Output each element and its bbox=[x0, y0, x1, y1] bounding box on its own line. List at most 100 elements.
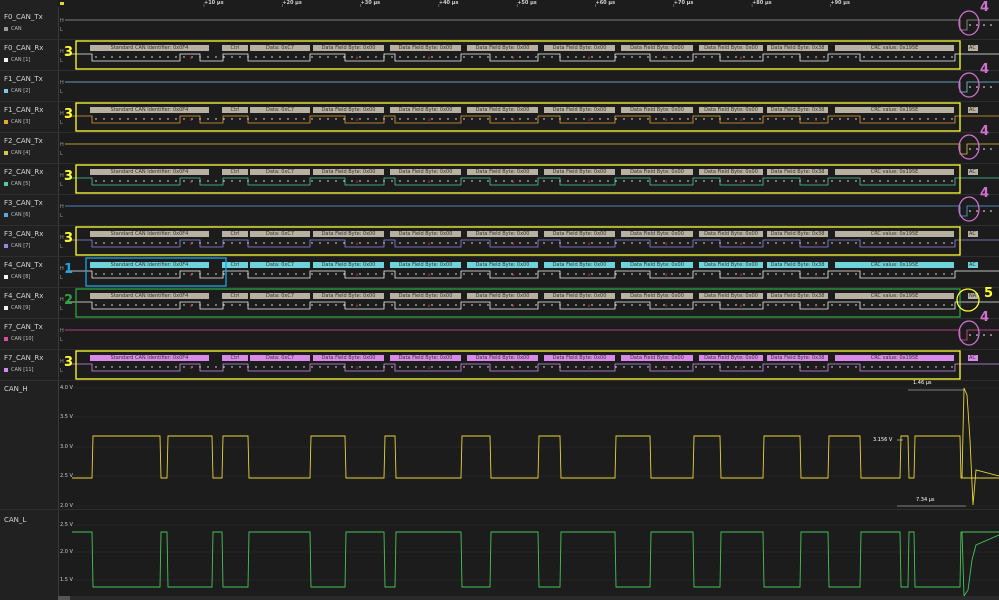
measurement-level: 3.156 V bbox=[873, 437, 893, 443]
bit-dot bbox=[655, 180, 657, 182]
bit-dot bbox=[551, 366, 553, 368]
bit-dot bbox=[231, 273, 233, 275]
decode-segment-label: Data Field Byte: 0x00 bbox=[704, 262, 758, 268]
bit-dot bbox=[119, 180, 121, 182]
bit-dot bbox=[855, 242, 857, 244]
bit-dot bbox=[383, 273, 385, 275]
stuff-bit-marker: x bbox=[512, 241, 515, 246]
decode-segment-label: CRC value: 0x195E bbox=[870, 45, 919, 51]
bit-dot bbox=[287, 56, 289, 58]
bit-dot bbox=[791, 304, 793, 306]
bit-dot bbox=[895, 242, 897, 244]
stuff-bit-marker: x bbox=[512, 179, 515, 184]
horizontal-scrollbar[interactable] bbox=[58, 596, 999, 600]
bit-dot bbox=[351, 118, 353, 120]
bit-dot bbox=[487, 366, 489, 368]
bit-dot bbox=[879, 366, 881, 368]
bit-dot bbox=[455, 180, 457, 182]
row-separator bbox=[0, 132, 999, 133]
decode-segment-label: Ctrl bbox=[230, 293, 240, 299]
bit-dot bbox=[287, 304, 289, 306]
ack-slot-highlight bbox=[958, 72, 980, 98]
decode-segment-label: Data Field Byte: 0x00 bbox=[704, 355, 758, 361]
bit-dot bbox=[743, 56, 745, 58]
bit-dot bbox=[271, 273, 273, 275]
bit-dot bbox=[247, 304, 249, 306]
bit-dot bbox=[455, 118, 457, 120]
decode-end-label: AC bbox=[969, 169, 976, 175]
decode-end-label: AC bbox=[969, 45, 976, 51]
bit-dot bbox=[863, 180, 865, 182]
bit-dot bbox=[431, 118, 433, 120]
bit-dot bbox=[519, 56, 521, 58]
bit-dot bbox=[647, 242, 649, 244]
stuff-bit-marker: x bbox=[815, 272, 818, 277]
bit-dot bbox=[919, 304, 921, 306]
bit-dot bbox=[335, 366, 337, 368]
bit-dot bbox=[903, 180, 905, 182]
bit-dot bbox=[319, 242, 321, 244]
bit-dot bbox=[807, 180, 809, 182]
bit-dot bbox=[759, 304, 761, 306]
decode-segment-label: Data Field Byte: 0x00 bbox=[398, 107, 453, 113]
decode-segment-label: Data Field Byte: 0x38 bbox=[770, 45, 825, 51]
decode-segment-label: Data Field Byte: 0x00 bbox=[630, 45, 684, 51]
bit-dot bbox=[375, 304, 377, 306]
bit-dot bbox=[591, 366, 593, 368]
bit-dot bbox=[759, 56, 761, 58]
bit-dot bbox=[487, 273, 489, 275]
bit-dot bbox=[983, 210, 985, 212]
decode-segment-label: Data Field Byte: 0x00 bbox=[704, 107, 758, 113]
bit-dot bbox=[919, 118, 921, 120]
bit-dot bbox=[463, 242, 465, 244]
bit-dot bbox=[575, 118, 577, 120]
stuff-bit-marker: x bbox=[356, 55, 359, 60]
measurement-width: 7.34 µs bbox=[916, 497, 935, 503]
decode-end-label: AC bbox=[969, 262, 976, 268]
bit-dot bbox=[151, 273, 153, 275]
row-separator bbox=[0, 70, 999, 71]
stuff-bit-marker: x bbox=[356, 117, 359, 122]
bit-dot bbox=[575, 242, 577, 244]
bit-dot bbox=[423, 366, 425, 368]
bit-dot bbox=[207, 56, 209, 58]
bit-dot bbox=[263, 242, 265, 244]
bit-dot bbox=[159, 273, 161, 275]
bit-dot bbox=[111, 366, 113, 368]
bit-dot bbox=[495, 304, 497, 306]
bit-dot bbox=[311, 56, 313, 58]
decode-segment-label: Data Field Byte: 0x38 bbox=[770, 355, 825, 361]
bit-dot bbox=[159, 242, 161, 244]
bit-dot bbox=[919, 180, 921, 182]
bit-dot bbox=[431, 242, 433, 244]
bit-dot bbox=[215, 273, 217, 275]
bit-dot bbox=[343, 180, 345, 182]
bit-dot bbox=[551, 118, 553, 120]
bit-dot bbox=[767, 273, 769, 275]
bit-dot bbox=[263, 304, 265, 306]
bit-dot bbox=[383, 118, 385, 120]
bit-dot bbox=[127, 180, 129, 182]
bit-dot bbox=[383, 56, 385, 58]
bit-dot bbox=[295, 180, 297, 182]
bit-dot bbox=[471, 366, 473, 368]
bit-dot bbox=[335, 56, 337, 58]
bit-dot bbox=[919, 56, 921, 58]
bit-dot bbox=[919, 273, 921, 275]
scrollbar-thumb[interactable] bbox=[58, 596, 70, 600]
bit-dot bbox=[823, 118, 825, 120]
bit-dot bbox=[703, 242, 705, 244]
bit-dot bbox=[976, 148, 978, 150]
bit-dot bbox=[903, 118, 905, 120]
stuff-bit-marker: x bbox=[740, 55, 743, 60]
bit-dot bbox=[759, 366, 761, 368]
decode-segment-label: Data Field Byte: 0x00 bbox=[321, 293, 376, 299]
decode-segment-label: Data Field Byte: 0x00 bbox=[552, 45, 607, 51]
waveform-canvas[interactable]: x x x x x x x x x x x x x x x x x x x x x x x x x x x x x x x x x x x x x x x x… bbox=[0, 0, 999, 600]
bit-dot bbox=[431, 366, 433, 368]
bit-dot bbox=[167, 304, 169, 306]
bit-dot bbox=[775, 273, 777, 275]
decode-segment-label: Data Field Byte: 0x00 bbox=[704, 45, 758, 51]
bit-dot bbox=[95, 304, 97, 306]
bit-dot bbox=[455, 242, 457, 244]
